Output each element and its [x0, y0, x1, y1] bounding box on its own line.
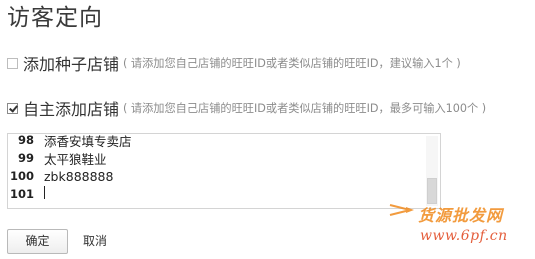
- editor-line: 100 zbk888888: [8, 167, 423, 185]
- cancel-button[interactable]: 取消: [83, 233, 107, 249]
- line-number: 100: [9, 169, 34, 183]
- line-text: [44, 186, 423, 202]
- editor-line: 98 添香安填专卖店: [8, 133, 423, 149]
- line-number: 99: [17, 151, 34, 165]
- line-text: 添香安填专卖店: [44, 133, 132, 149]
- line-text: zbk888888: [44, 168, 114, 184]
- editor-scrollbar[interactable]: [426, 136, 438, 206]
- editor-lines: 98 添香安填专卖店 99 太平狼鞋业 100 zbk888888 101: [8, 133, 423, 203]
- watermark-url: www.6pf.cn: [420, 228, 508, 244]
- watermark-arrow-icon: [389, 204, 414, 216]
- confirm-button[interactable]: 确定: [7, 229, 68, 254]
- watermark-title: 货源批发网: [418, 206, 504, 225]
- scrollbar-thumb[interactable]: [427, 178, 437, 204]
- shop-list-editor[interactable]: 98 添香安填专卖店 99 太平狼鞋业 100 zbk888888 101: [7, 133, 441, 209]
- custom-shops-option: 自主添加店铺 ( 请添加您自己店铺的旺旺ID或者类似店铺的旺旺ID，最多可输入1…: [7, 96, 486, 120]
- line-text: 太平狼鞋业: [44, 151, 107, 167]
- custom-shops-checkbox[interactable]: [7, 102, 18, 114]
- text-caret: [44, 186, 45, 199]
- editor-line-active: 101: [8, 185, 423, 203]
- custom-shops-label[interactable]: 自主添加店铺: [23, 96, 119, 120]
- page-title: 访客定向: [7, 5, 103, 31]
- custom-shops-hint: ( 请添加您自己店铺的旺旺ID或者类似店铺的旺旺ID，最多可输入100个 ): [123, 102, 487, 115]
- line-number: 101: [9, 187, 34, 201]
- line-number: 98: [17, 133, 34, 147]
- seed-shops-hint: ( 请添加您自己店铺的旺旺ID或者类似店铺的旺旺ID，建议输入1个 ): [123, 57, 461, 70]
- seed-shops-option: 添加种子店铺 ( 请添加您自己店铺的旺旺ID或者类似店铺的旺旺ID，建议输入1个…: [7, 51, 461, 75]
- editor-line: 99 太平狼鞋业: [8, 149, 423, 167]
- seed-shops-checkbox[interactable]: [7, 57, 18, 69]
- seed-shops-label[interactable]: 添加种子店铺: [23, 51, 119, 75]
